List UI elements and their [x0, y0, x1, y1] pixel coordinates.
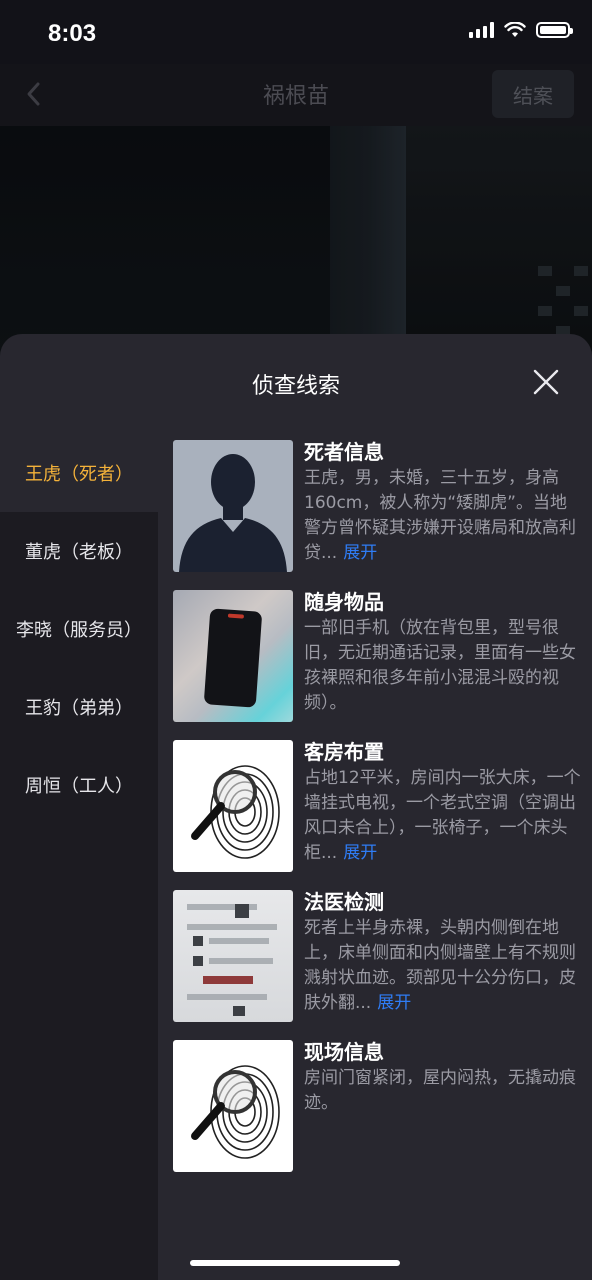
wifi-icon: [504, 22, 526, 37]
clue-description: 死者上半身赤裸，头朝内侧倒在地上，床单侧面和内侧墙壁上有不规则溅射状血迹。颈部见…: [304, 918, 576, 1013]
clue-description: 房间门窗紧闭，屋内闷热，无撬动痕迹。: [304, 1068, 576, 1113]
sidebar-item-boss[interactable]: 董虎（老板）: [0, 512, 158, 590]
clue-item[interactable]: 随身物品 一部旧手机（放在背包里，型号很旧，无近期通话记录，里面有一些女孩裸照和…: [173, 584, 581, 722]
document-image: [173, 890, 293, 1022]
status-icons: [469, 22, 573, 38]
sidebar-item-worker[interactable]: 周恒（工人）: [0, 746, 158, 824]
battery-icon: [536, 22, 573, 38]
clue-title: 客房布置: [304, 740, 384, 764]
clue-title: 死者信息: [304, 440, 384, 464]
person-silhouette-image: [173, 440, 293, 572]
clue-title: 法医检测: [304, 890, 384, 914]
clues-sheet: 侦查线索 王虎（死者） 董虎（老板） 李晓（服务员） 王豹（弟弟） 周恒（工人）…: [0, 334, 592, 1280]
clue-description: 一部旧手机（放在背包里，型号很旧，无近期通话记录，里面有一些女孩裸照和很多年前小…: [304, 618, 576, 713]
close-case-button[interactable]: 结案: [492, 70, 574, 118]
clue-item[interactable]: 客房布置 占地12平米，房间内一张大床，一个墙挂式电视，一个老式空调（空调出风口…: [173, 734, 581, 872]
close-button[interactable]: [530, 366, 562, 398]
expand-link[interactable]: 展开: [343, 843, 377, 863]
clue-list: 死者信息 王虎，男，未婚，三十五岁，身高160cm，被人称为“矮脚虎”。当地警方…: [158, 434, 592, 1280]
sidebar-item-victim[interactable]: 王虎（死者）: [0, 434, 158, 512]
clue-description: 王虎，男，未婚，三十五岁，身高160cm，被人称为“矮脚虎”。当地警方曾怀疑其涉…: [304, 468, 576, 563]
suspect-sidebar: 王虎（死者） 董虎（老板） 李晓（服务员） 王豹（弟弟） 周恒（工人）: [0, 434, 158, 1280]
nav-bar: 祸根苗 结案: [0, 64, 592, 126]
background-scene-image: [0, 126, 592, 356]
expand-link[interactable]: 展开: [343, 543, 377, 563]
status-time: 8:03: [48, 20, 97, 47]
phone-image: [173, 590, 293, 722]
clue-description: 占地12平米，房间内一张大床，一个墙挂式电视，一个老式空调（空调出风口未合上），…: [304, 768, 581, 863]
signal-icon: [469, 22, 494, 38]
expand-link[interactable]: 展开: [377, 993, 411, 1013]
home-indicator[interactable]: [190, 1260, 400, 1266]
clue-item[interactable]: 法医检测 死者上半身赤裸，头朝内侧倒在地上，床单侧面和内侧墙壁上有不规则溅射状血…: [173, 884, 581, 1022]
sidebar-item-brother[interactable]: 王豹（弟弟）: [0, 668, 158, 746]
clue-item[interactable]: 现场信息 房间门窗紧闭，屋内闷热，无撬动痕迹。: [173, 1034, 581, 1172]
clue-title: 现场信息: [304, 1040, 384, 1064]
status-bar: 8:03: [0, 0, 592, 64]
clue-title: 随身物品: [304, 590, 384, 614]
close-icon: [533, 369, 559, 395]
clue-item[interactable]: 死者信息 王虎，男，未婚，三十五岁，身高160cm，被人称为“矮脚虎”。当地警方…: [173, 434, 581, 572]
sidebar-item-waiter[interactable]: 李晓（服务员）: [0, 590, 158, 668]
fingerprint-magnifier-image: [173, 1040, 293, 1172]
fingerprint-magnifier-image: [173, 740, 293, 872]
sheet-title: 侦查线索: [251, 374, 340, 399]
